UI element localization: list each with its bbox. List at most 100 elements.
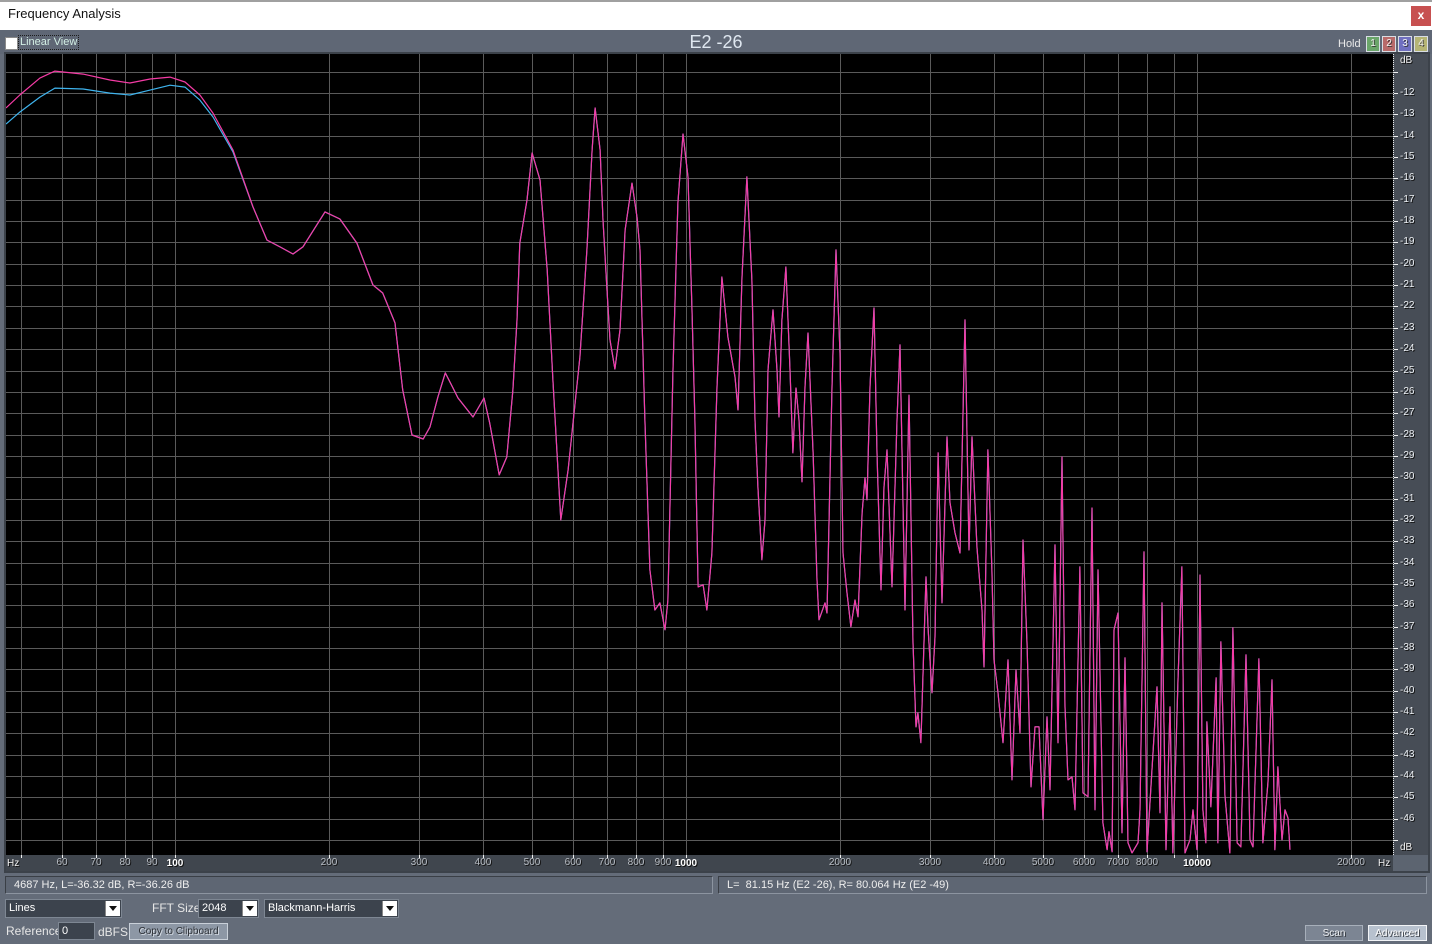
x-tick-label: 1000: [674, 858, 698, 869]
fft-size-select[interactable]: 2048: [198, 899, 259, 918]
y-tick-label: -20: [1400, 258, 1415, 269]
hz-axis-unit-left: Hz: [7, 858, 20, 869]
y-tick-mark: [1394, 392, 1398, 393]
y-tick-label: -33: [1400, 535, 1415, 546]
chevron-down-icon[interactable]: [382, 901, 397, 916]
fft-size-value: 2048: [202, 902, 227, 914]
x-tick-label: 300: [410, 857, 428, 868]
y-tick-mark: [1394, 563, 1398, 564]
advanced-button[interactable]: Advanced: [1368, 925, 1427, 941]
y-tick-mark: [1394, 200, 1398, 201]
y-tick-label: -28: [1400, 429, 1415, 440]
series-line-L: [6, 70, 1291, 854]
x-tick-label: 400: [474, 857, 492, 868]
db-axis-unit-bottom: dB: [1400, 842, 1413, 853]
y-tick-label: -12: [1400, 87, 1415, 98]
hold-button-4[interactable]: 4: [1414, 36, 1428, 52]
x-tick-label: 70: [90, 857, 102, 868]
x-tick-label: 4000: [982, 857, 1006, 868]
x-tick-label: 700: [598, 857, 616, 868]
y-tick-mark: [1394, 264, 1398, 265]
reference-unit: dBFS: [98, 925, 129, 939]
x-tick-label: 800: [627, 857, 645, 868]
x-tick-label: 8000: [1135, 857, 1159, 868]
x-tick-label: 20000: [1337, 857, 1365, 868]
y-tick-label: -34: [1400, 557, 1415, 568]
y-tick-mark: [1394, 541, 1398, 542]
close-button[interactable]: x: [1411, 6, 1431, 26]
y-tick-label: -18: [1400, 215, 1415, 226]
display-mode-select[interactable]: Lines: [5, 899, 122, 918]
y-tick-mark: [1394, 691, 1398, 692]
x-tick-label: 90: [146, 857, 158, 868]
scan-button[interactable]: Scan: [1305, 925, 1363, 941]
y-tick-label: -30: [1400, 471, 1415, 482]
y-tick-label: -21: [1400, 279, 1415, 290]
x-tick-mark: [21, 855, 22, 858]
hold-button-1[interactable]: 1: [1366, 36, 1380, 52]
y-tick-label: -37: [1400, 621, 1415, 632]
cursor-readout: 4687 Hz, L=-36.32 dB, R=-36.26 dB: [5, 876, 713, 894]
y-tick-mark: [1394, 435, 1398, 436]
y-tick-mark: [1394, 328, 1398, 329]
spectrum-plot[interactable]: [6, 54, 1393, 855]
x-tick-label: 200: [320, 857, 338, 868]
y-tick-mark: [1394, 93, 1398, 94]
hold-button-2[interactable]: 2: [1382, 36, 1396, 52]
y-tick-label: -19: [1400, 236, 1415, 247]
y-tick-label: -29: [1400, 450, 1415, 461]
y-tick-label: -27: [1400, 407, 1415, 418]
y-tick-mark: [1394, 755, 1398, 756]
y-tick-mark: [1394, 178, 1398, 179]
window-function-select[interactable]: Blackmann-Harris: [264, 899, 399, 918]
y-tick-label: -26: [1400, 386, 1415, 397]
reference-input[interactable]: 0: [58, 922, 95, 940]
y-tick-mark: [1394, 733, 1398, 734]
y-tick-label: -43: [1400, 749, 1415, 760]
y-tick-mark: [1394, 712, 1398, 713]
x-tick-label: 100: [166, 858, 184, 869]
y-tick-label: -16: [1400, 172, 1415, 183]
y-tick-label: -23: [1400, 322, 1415, 333]
y-tick-label: -31: [1400, 493, 1415, 504]
x-tick-label: 900: [654, 857, 672, 868]
y-tick-mark: [1394, 520, 1398, 521]
window-function-value: Blackmann-Harris: [268, 902, 356, 914]
y-tick-mark: [1394, 349, 1398, 350]
hold-button-3[interactable]: 3: [1398, 36, 1412, 52]
chevron-down-icon[interactable]: [105, 901, 120, 916]
y-tick-mark: [1394, 584, 1398, 585]
display-mode-value: Lines: [9, 902, 36, 914]
chevron-down-icon[interactable]: [242, 901, 257, 916]
y-tick-label: -38: [1400, 642, 1415, 653]
y-tick-label: -24: [1400, 343, 1415, 354]
y-tick-mark: [1394, 456, 1398, 457]
y-tick-label: -45: [1400, 791, 1415, 802]
y-tick-label: -15: [1400, 151, 1415, 162]
y-tick-mark: [1394, 413, 1398, 414]
hz-axis-unit-right: Hz: [1378, 858, 1391, 869]
x-tick-label: 500: [523, 857, 541, 868]
db-axis: dB dB -12 -13 -14 -15 -16 -17 -18 -19 -20 -21 -22 -…: [1393, 54, 1428, 855]
x-tick-mark: [1174, 855, 1175, 858]
y-tick-label: -42: [1400, 727, 1415, 738]
y-tick-mark: [1394, 819, 1398, 820]
copy-to-clipboard-button[interactable]: Copy to Clipboard: [129, 923, 228, 940]
y-tick-mark: [1394, 605, 1398, 606]
close-icon: x: [1417, 8, 1425, 22]
y-tick-label: -39: [1400, 663, 1415, 674]
y-tick-mark: [1394, 306, 1398, 307]
y-tick-mark: [1394, 477, 1398, 478]
y-tick-mark: [1394, 797, 1398, 798]
db-axis-unit-top: dB: [1400, 55, 1413, 66]
axis-corner: [1393, 855, 1428, 871]
x-tick-label: 600: [564, 857, 582, 868]
x-tick-label: 6000: [1072, 857, 1096, 868]
y-tick-mark: [1394, 221, 1398, 222]
x-tick-label: 10000: [1183, 858, 1211, 869]
y-tick-mark: [1394, 72, 1398, 73]
y-tick-label: -14: [1400, 130, 1415, 141]
y-tick-label: -41: [1400, 706, 1415, 717]
spectrum-chart[interactable]: [6, 54, 1393, 855]
y-tick-mark: [1394, 669, 1398, 670]
